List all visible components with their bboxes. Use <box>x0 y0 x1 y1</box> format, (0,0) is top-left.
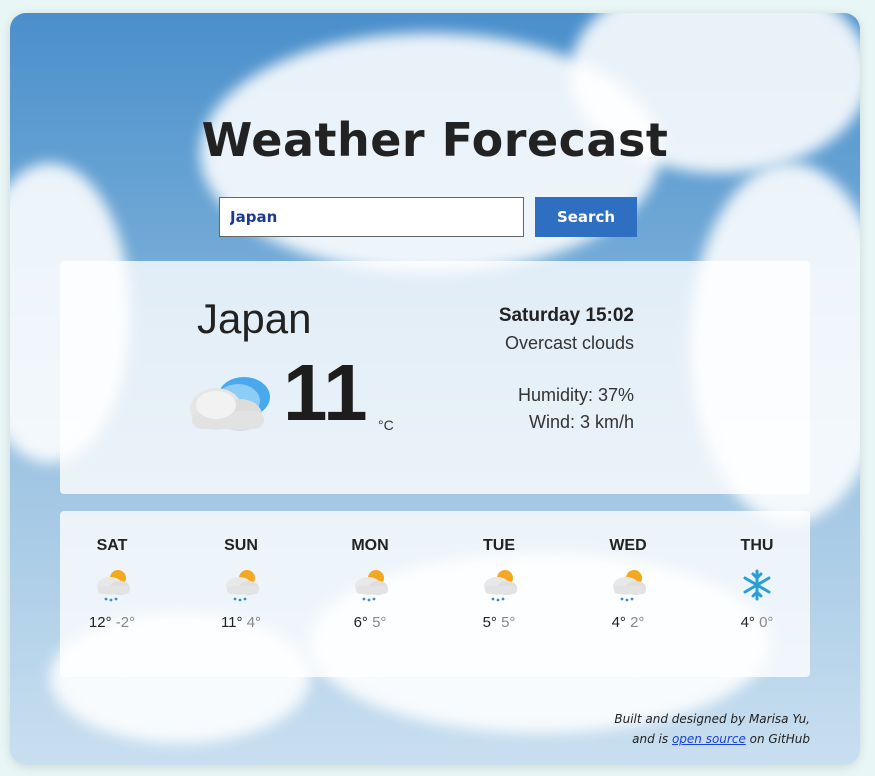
forecast-min: 5° <box>372 614 387 631</box>
forecast-day: TUE 5° 5° <box>439 537 559 631</box>
forecast-temps: 6° 5° <box>310 614 430 631</box>
forecast-min: -2° <box>115 614 136 631</box>
forecast-day: WED 4° 2° <box>568 537 688 631</box>
humidity: Humidity: 37% <box>517 385 634 405</box>
forecast-day-name: SUN <box>224 537 258 554</box>
forecast-max: 4° <box>740 614 755 631</box>
footer-line-2: and is open source on GitHub <box>614 729 810 749</box>
rain-sun-cloud-icon <box>613 570 646 602</box>
forecast-temps: 5° 5° <box>439 614 559 631</box>
forecast-day-name: SAT <box>96 537 128 554</box>
footer-credits: Built and designed by Marisa Yu, and is … <box>614 709 810 749</box>
forecast-day: MON 6° 5° <box>310 537 430 631</box>
snowflake-icon <box>743 569 771 601</box>
open-source-link[interactable]: open source <box>672 732 746 746</box>
forecast-max: 12° <box>88 614 112 631</box>
weather-description: Overcast clouds <box>504 333 634 353</box>
forecast-temps: 11° 4° <box>181 614 301 631</box>
forecast-panel: SAT 12° -2° SUN 11° 4° MON 6° 5° TUE 5° … <box>60 511 810 677</box>
forecast-temps: 4° 2° <box>568 614 688 631</box>
rain-sun-cloud-icon <box>226 570 259 602</box>
weather-app: Weather Forecast Search Japan 11 °C Satu… <box>10 13 860 765</box>
forecast-day-name: MON <box>351 537 389 554</box>
forecast-min: 0° <box>759 614 774 631</box>
footer-prefix: and is <box>632 732 672 746</box>
current-weather-panel: Japan 11 °C Saturday 15:02 Overcast clou… <box>60 261 810 494</box>
app-title: Weather Forecast <box>201 113 669 167</box>
footer-line-1: Built and designed by Marisa Yu, <box>614 712 810 726</box>
wind-speed: Wind: 3 km/h <box>528 412 634 432</box>
forecast-max: 5° <box>482 614 497 631</box>
forecast-day-name: THU <box>740 537 774 554</box>
footer-suffix: on GitHub <box>745 732 810 746</box>
forecast-day: SUN 11° 4° <box>181 537 301 631</box>
search-button[interactable]: Search <box>535 197 637 237</box>
current-temperature: 11 <box>283 348 368 437</box>
search-form: Search <box>219 197 637 237</box>
rain-sun-cloud-icon <box>355 570 388 602</box>
forecast-temps: 4° 0° <box>697 614 817 631</box>
weather-details: Saturday 15:02 Overcast clouds Humidity:… <box>499 305 634 433</box>
rain-sun-cloud-icon <box>484 570 517 602</box>
date-time: Saturday 15:02 <box>498 305 634 326</box>
forecast-min: 4° <box>246 614 262 631</box>
forecast-temps: 12° -2° <box>52 614 172 631</box>
forecast-max: 11° <box>220 614 243 631</box>
temperature-unit: °C <box>378 417 394 433</box>
city-search-input[interactable] <box>219 197 524 237</box>
overcast-clouds-icon <box>190 377 270 431</box>
forecast-min: 2° <box>630 614 645 631</box>
forecast-day: THU 4° 0° <box>697 537 817 631</box>
rain-sun-cloud-icon <box>97 570 130 602</box>
forecast-day-name: WED <box>609 537 647 554</box>
forecast-day-name: TUE <box>483 537 515 554</box>
forecast-max: 4° <box>611 614 626 631</box>
forecast-max: 6° <box>353 614 368 631</box>
city-name: Japan <box>197 295 312 342</box>
forecast-day: SAT 12° -2° <box>52 537 172 631</box>
forecast-min: 5° <box>501 614 516 631</box>
